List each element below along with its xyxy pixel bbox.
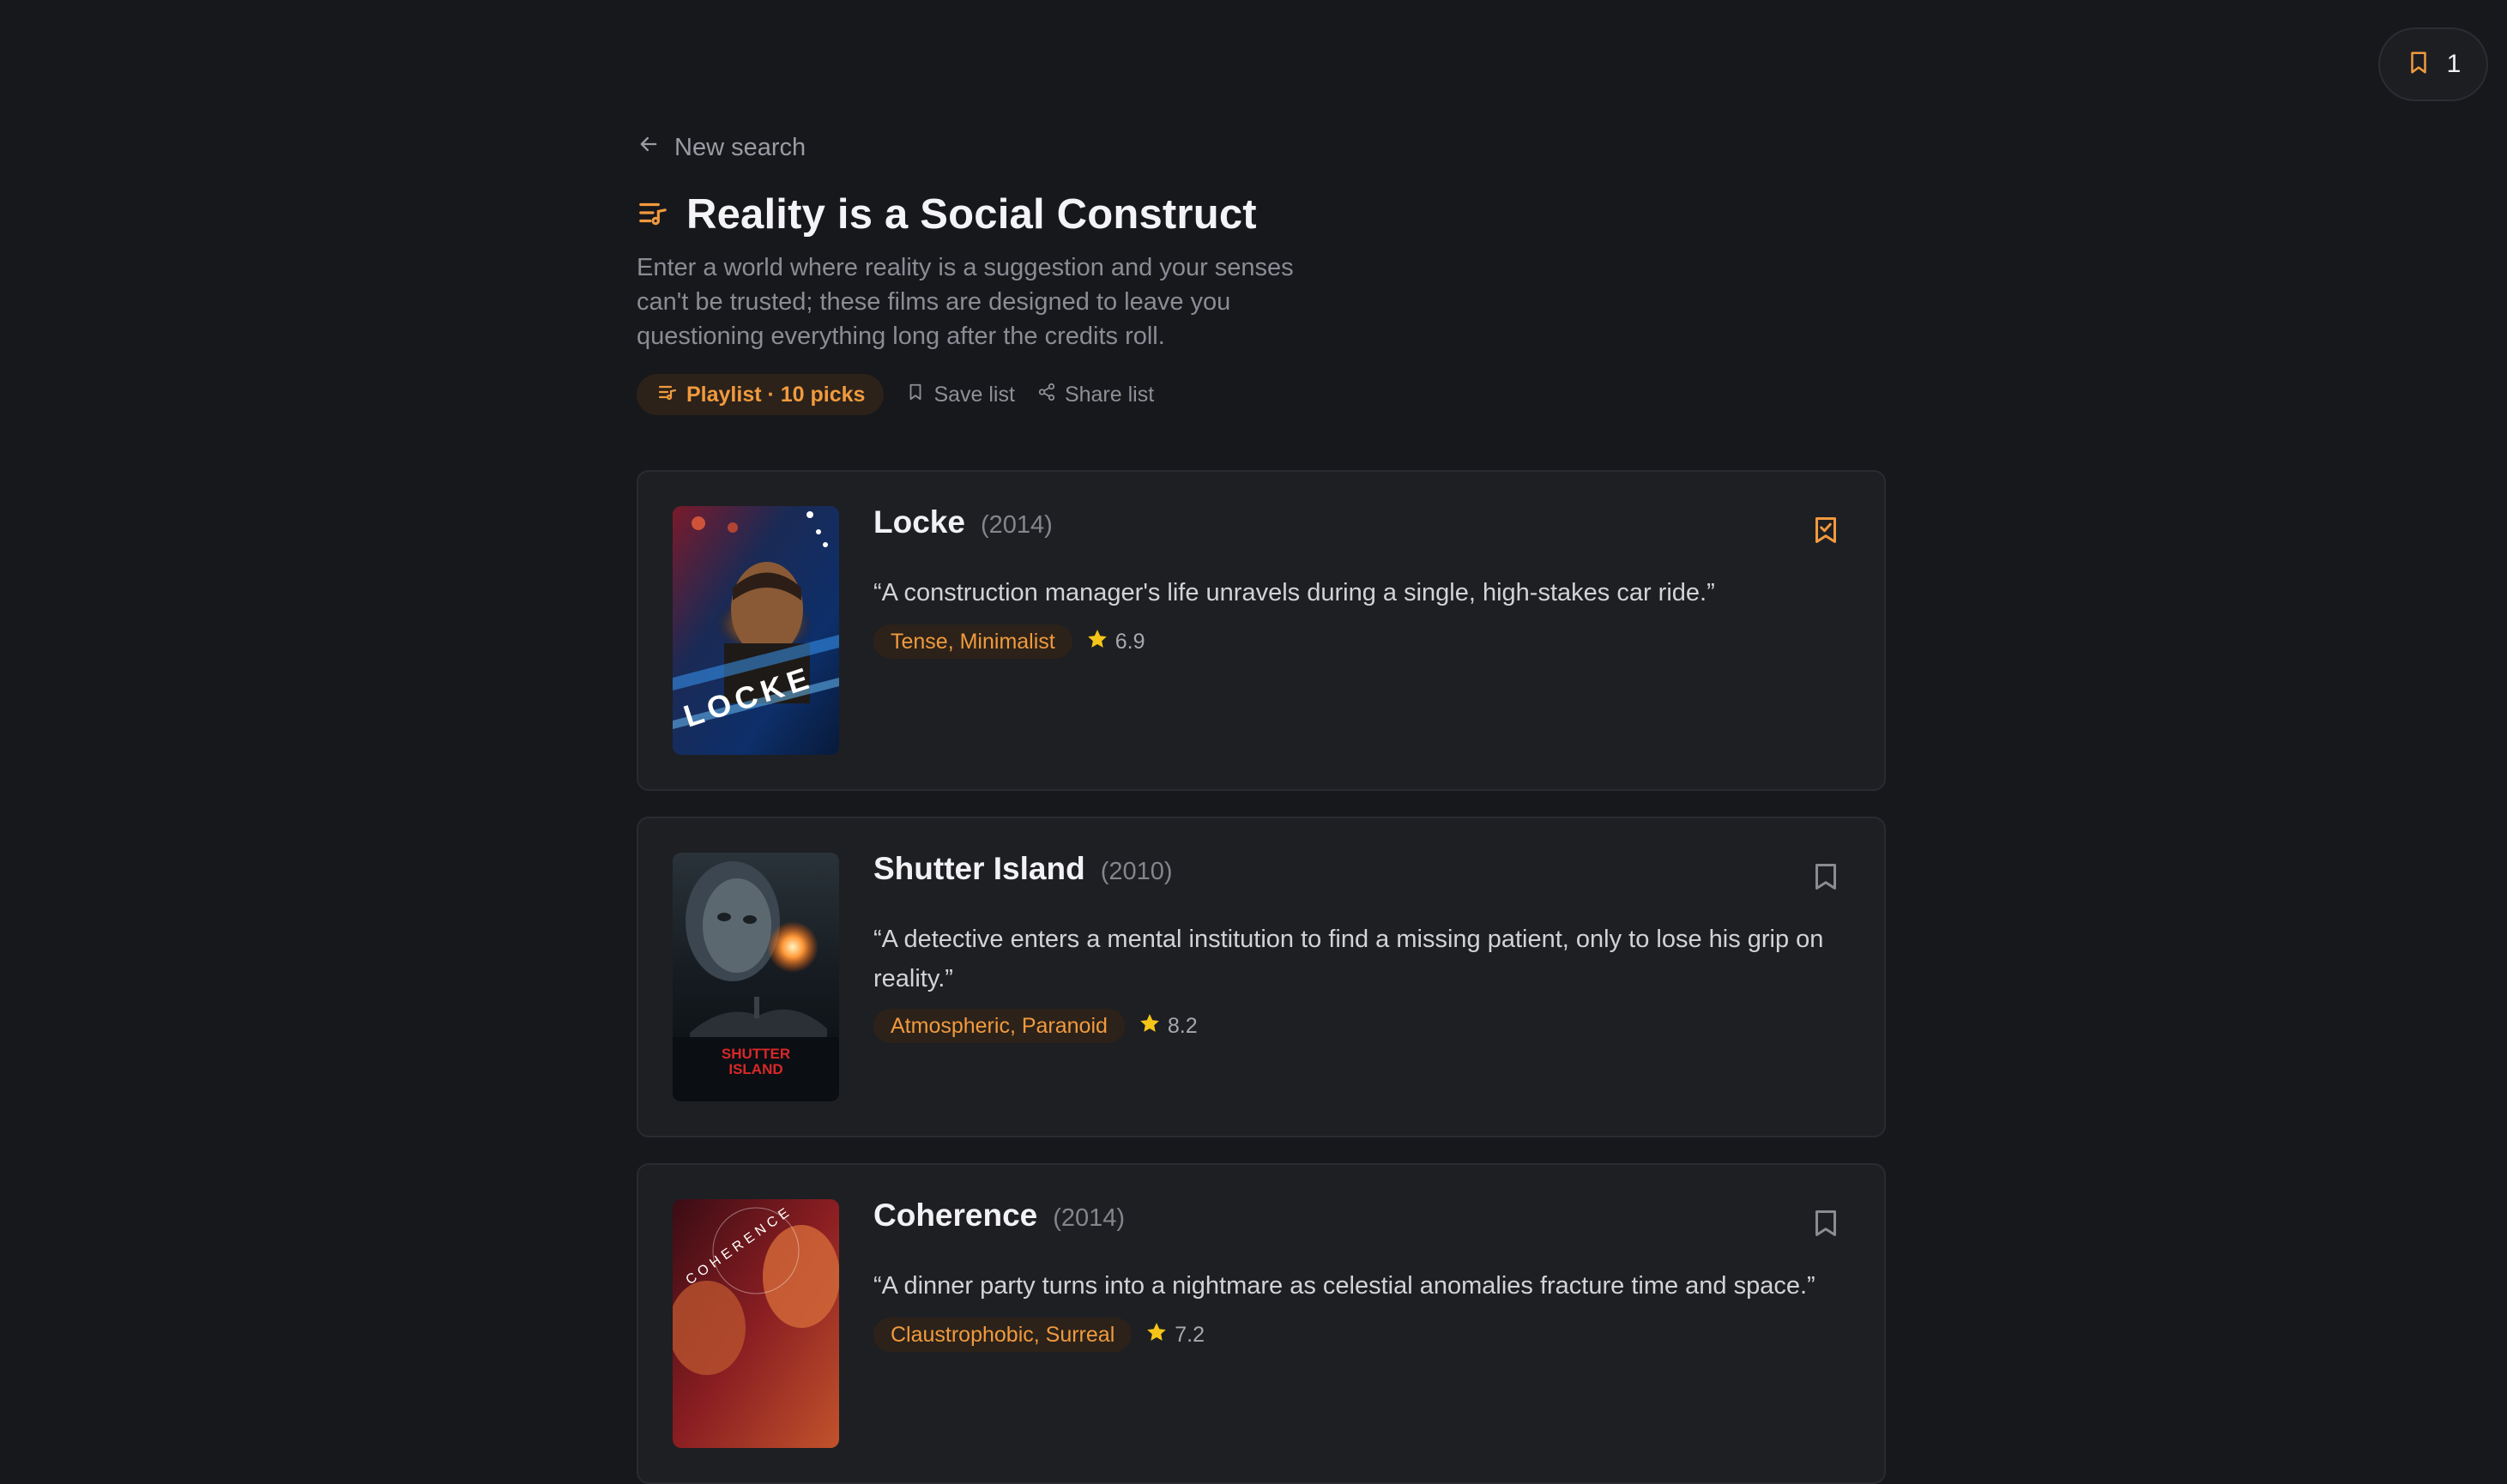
- star-icon: [1139, 1012, 1161, 1041]
- share-list-label: Share list: [1064, 382, 1155, 407]
- movie-synopsis: “A construction manager's life unravels …: [873, 579, 1715, 606]
- mood-tag: Atmospheric, Paranoid: [873, 1009, 1125, 1043]
- arrow-left-icon: [637, 132, 661, 163]
- playlist-actions: Playlist · 10 picks Save list Share list: [637, 374, 1154, 415]
- share-icon: [1037, 383, 1056, 407]
- movie-card[interactable]: LOCKE Locke (2014) “A construction manag…: [637, 470, 1886, 791]
- movie-poster: LOCKE: [673, 506, 839, 755]
- rating: 8.2: [1139, 1012, 1198, 1041]
- page-title: Reality is a Social Construct: [686, 191, 1257, 238]
- playlist-description: Enter a world where reality is a suggest…: [637, 254, 1294, 350]
- bookmark-icon: [1810, 861, 1841, 896]
- rating-value: 6.9: [1115, 629, 1145, 654]
- movie-meta: Atmospheric, Paranoid 8.2: [873, 1009, 1198, 1043]
- movie-synopsis: “A dinner party turns into a nightmare a…: [873, 1272, 1815, 1300]
- movie-heading: Shutter Island (2010): [873, 851, 1173, 887]
- movie-year: (2010): [1100, 858, 1173, 885]
- movie-poster: SHUTTER ISLAND: [673, 853, 839, 1101]
- mood-tag: Claustrophobic, Surreal: [873, 1318, 1133, 1352]
- rating-value: 8.2: [1167, 1013, 1198, 1038]
- bookmark-icon: [906, 383, 925, 407]
- saved-count: 1: [2446, 50, 2462, 78]
- playlist-icon: [637, 196, 669, 233]
- star-icon: [1086, 628, 1109, 656]
- share-list-button[interactable]: Share list: [1037, 383, 1154, 407]
- save-list-button[interactable]: Save list: [906, 382, 1015, 407]
- movie-card[interactable]: SHUTTER ISLAND Shutter Island (2010) “A …: [637, 817, 1886, 1137]
- movie-heading: Coherence (2014): [873, 1197, 1125, 1234]
- movie-card[interactable]: COHERENCE Coherence (2014) “A dinner par…: [637, 1163, 1886, 1484]
- poster-title: ISLAND: [728, 1061, 782, 1077]
- movie-meta: Claustrophobic, Surreal 7.2: [873, 1318, 1205, 1352]
- bookmark-check-icon: [1810, 515, 1841, 550]
- saved-list-button[interactable]: 1: [2378, 27, 2488, 101]
- bookmark-icon: [2406, 50, 2431, 80]
- playlist-badge: Playlist · 10 picks: [637, 374, 885, 415]
- movie-title: Locke: [873, 504, 965, 540]
- movie-meta: Tense, Minimalist 6.9: [873, 624, 1145, 659]
- saved-bookmark-button[interactable]: [1809, 515, 1843, 549]
- poster-title: SHUTTER: [722, 1046, 790, 1062]
- movie-title: Shutter Island: [873, 851, 1085, 886]
- mood-tag: Tense, Minimalist: [873, 624, 1072, 659]
- playlist-badge-label: Playlist · 10 picks: [686, 382, 866, 407]
- bookmark-icon: [1810, 1208, 1841, 1243]
- rating: 7.2: [1145, 1321, 1205, 1349]
- movie-year: (2014): [980, 511, 1053, 539]
- movie-year: (2014): [1053, 1204, 1126, 1232]
- new-search-label: New search: [674, 133, 806, 161]
- bookmark-button[interactable]: [1809, 1208, 1843, 1242]
- playlist-icon: [657, 382, 678, 408]
- save-list-label: Save list: [933, 382, 1015, 407]
- movie-poster: COHERENCE: [673, 1199, 839, 1448]
- movie-heading: Locke (2014): [873, 504, 1053, 540]
- star-icon: [1145, 1321, 1168, 1349]
- movie-synopsis: “A detective enters a mental institution…: [873, 926, 1824, 992]
- playlist-header: Reality is a Social Construct: [637, 190, 1257, 238]
- new-search-link[interactable]: New search: [637, 132, 806, 163]
- movie-title: Coherence: [873, 1197, 1038, 1233]
- rating-value: 7.2: [1175, 1322, 1205, 1347]
- rating: 6.9: [1086, 628, 1145, 656]
- bookmark-button[interactable]: [1809, 861, 1843, 896]
